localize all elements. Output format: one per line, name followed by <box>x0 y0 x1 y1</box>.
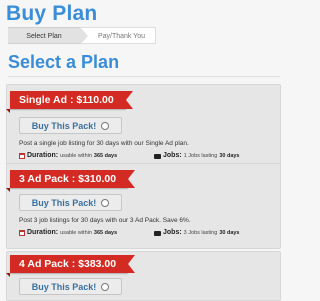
plan-description: Post 3 job listings for 30 days with our… <box>19 217 191 224</box>
calendar-icon <box>19 229 25 236</box>
briefcase-icon <box>154 231 161 236</box>
duration-days: 365 days <box>93 229 118 236</box>
jobs-value: 3 Jobs lasting <box>183 229 218 236</box>
duration-label: Duration: <box>27 229 59 236</box>
page-title: Buy Plan <box>6 2 98 25</box>
briefcase-icon <box>154 154 161 159</box>
buy-this-pack-button[interactable]: Buy This Pack! <box>19 194 122 211</box>
radio-icon[interactable] <box>101 198 110 207</box>
radio-icon[interactable] <box>101 282 110 291</box>
checkout-steps: Select Plan Pay/Thank You <box>8 27 156 45</box>
plan-duration: Duration: usable within 365 days <box>19 229 117 236</box>
plan-card-4-ad: 4 Ad Pack : $383.00 Buy This Pack! <box>5 251 281 301</box>
duration-days: 365 days <box>93 152 118 159</box>
buy-button-label: Buy This Pack! <box>31 281 97 292</box>
jobs-days: 30 days <box>219 152 240 159</box>
plan-price-ribbon: 4 Ad Pack : $383.00 <box>5 255 136 277</box>
jobs-days: 30 days <box>219 229 240 236</box>
buy-button-label: Buy This Pack! <box>31 197 97 208</box>
duration-label: Duration: <box>27 152 59 159</box>
plan-duration: Duration: usable within 365 days <box>19 152 117 159</box>
plan-meta: Duration: usable within 365 days Jobs: 1… <box>19 152 274 161</box>
plan-card-3-ad: 3 Ad Pack : $310.00 Buy This Pack! Post … <box>5 163 281 249</box>
radio-icon[interactable] <box>101 121 110 130</box>
step-select-plan: Select Plan <box>8 27 88 45</box>
plan-jobs: Jobs: 1 Jobs lasting 30 days <box>154 152 240 159</box>
plan-meta: Duration: usable within 365 days Jobs: 3… <box>19 229 274 238</box>
plan-jobs: Jobs: 3 Jobs lasting 30 days <box>154 229 240 236</box>
buy-button-label: Buy This Pack! <box>31 120 97 131</box>
buy-this-pack-button[interactable]: Buy This Pack! <box>19 278 122 295</box>
duration-value: usable within <box>60 229 92 236</box>
step-pay-thank-you: Pay/Thank You <box>80 27 156 44</box>
buy-this-pack-button[interactable]: Buy This Pack! <box>19 117 122 134</box>
plan-description: Post a single job listing for 30 days wi… <box>19 140 189 147</box>
plan-price-ribbon: 3 Ad Pack : $310.00 <box>5 170 136 192</box>
calendar-icon <box>19 152 25 159</box>
jobs-label: Jobs: <box>163 229 182 236</box>
duration-value: usable within <box>60 152 92 159</box>
section-divider <box>8 76 280 77</box>
jobs-label: Jobs: <box>163 152 182 159</box>
plan-price-ribbon: Single Ad : $110.00 <box>6 91 133 113</box>
jobs-value: 1 Jobs lasting <box>183 152 218 159</box>
section-title: Select a Plan <box>8 52 120 72</box>
